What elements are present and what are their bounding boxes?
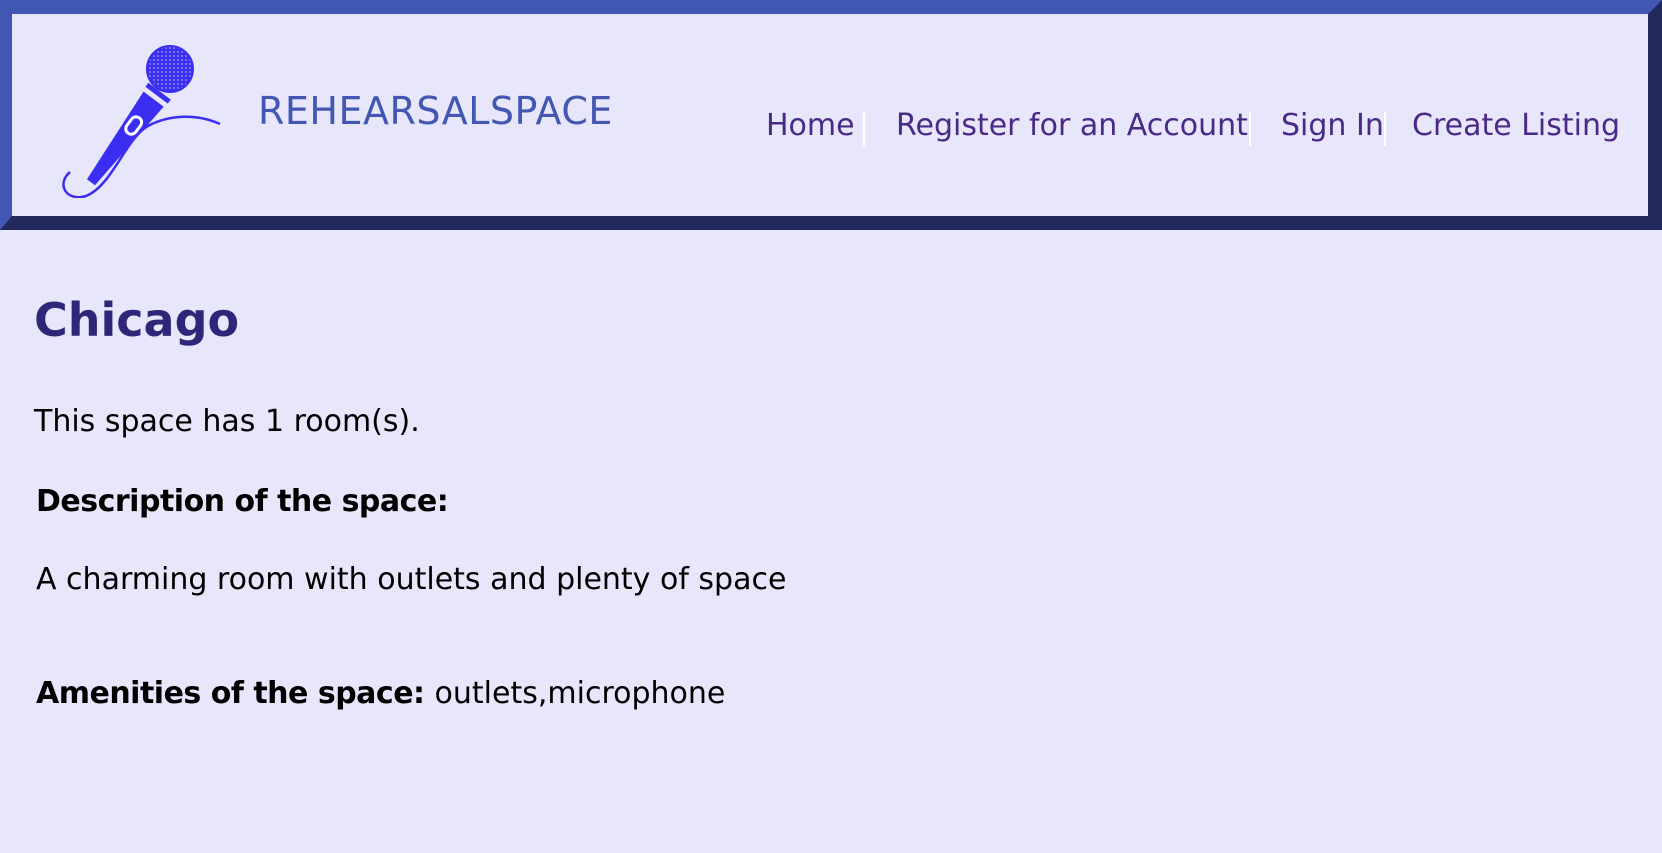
description-text: A charming room with outlets and plenty … bbox=[36, 562, 787, 597]
site-header: REHEARSALSPACE Home Register for an Acco… bbox=[0, 0, 1662, 230]
microphone-icon[interactable] bbox=[52, 34, 234, 198]
nav-divider bbox=[863, 112, 865, 146]
room-count-text: This space has 1 room(s). bbox=[34, 404, 420, 439]
nav-sign-in-link[interactable]: Sign In bbox=[1281, 108, 1384, 143]
description-label: Description of the space: bbox=[36, 484, 449, 519]
nav-divider bbox=[1249, 112, 1251, 146]
nav-home-link[interactable]: Home bbox=[766, 108, 855, 143]
listing-title: Chicago bbox=[34, 293, 240, 347]
amenities-label: Amenities of the space: bbox=[36, 676, 425, 711]
nav-divider bbox=[1384, 112, 1386, 146]
amenities-row: Amenities of the space: outlets,microphon… bbox=[36, 674, 725, 714]
brand-name[interactable]: REHEARSALSPACE bbox=[258, 88, 613, 134]
nav-create-listing-link[interactable]: Create Listing bbox=[1412, 108, 1620, 143]
nav-register-link[interactable]: Register for an Account bbox=[896, 108, 1248, 143]
amenities-value: outlets,microphone bbox=[434, 676, 726, 711]
